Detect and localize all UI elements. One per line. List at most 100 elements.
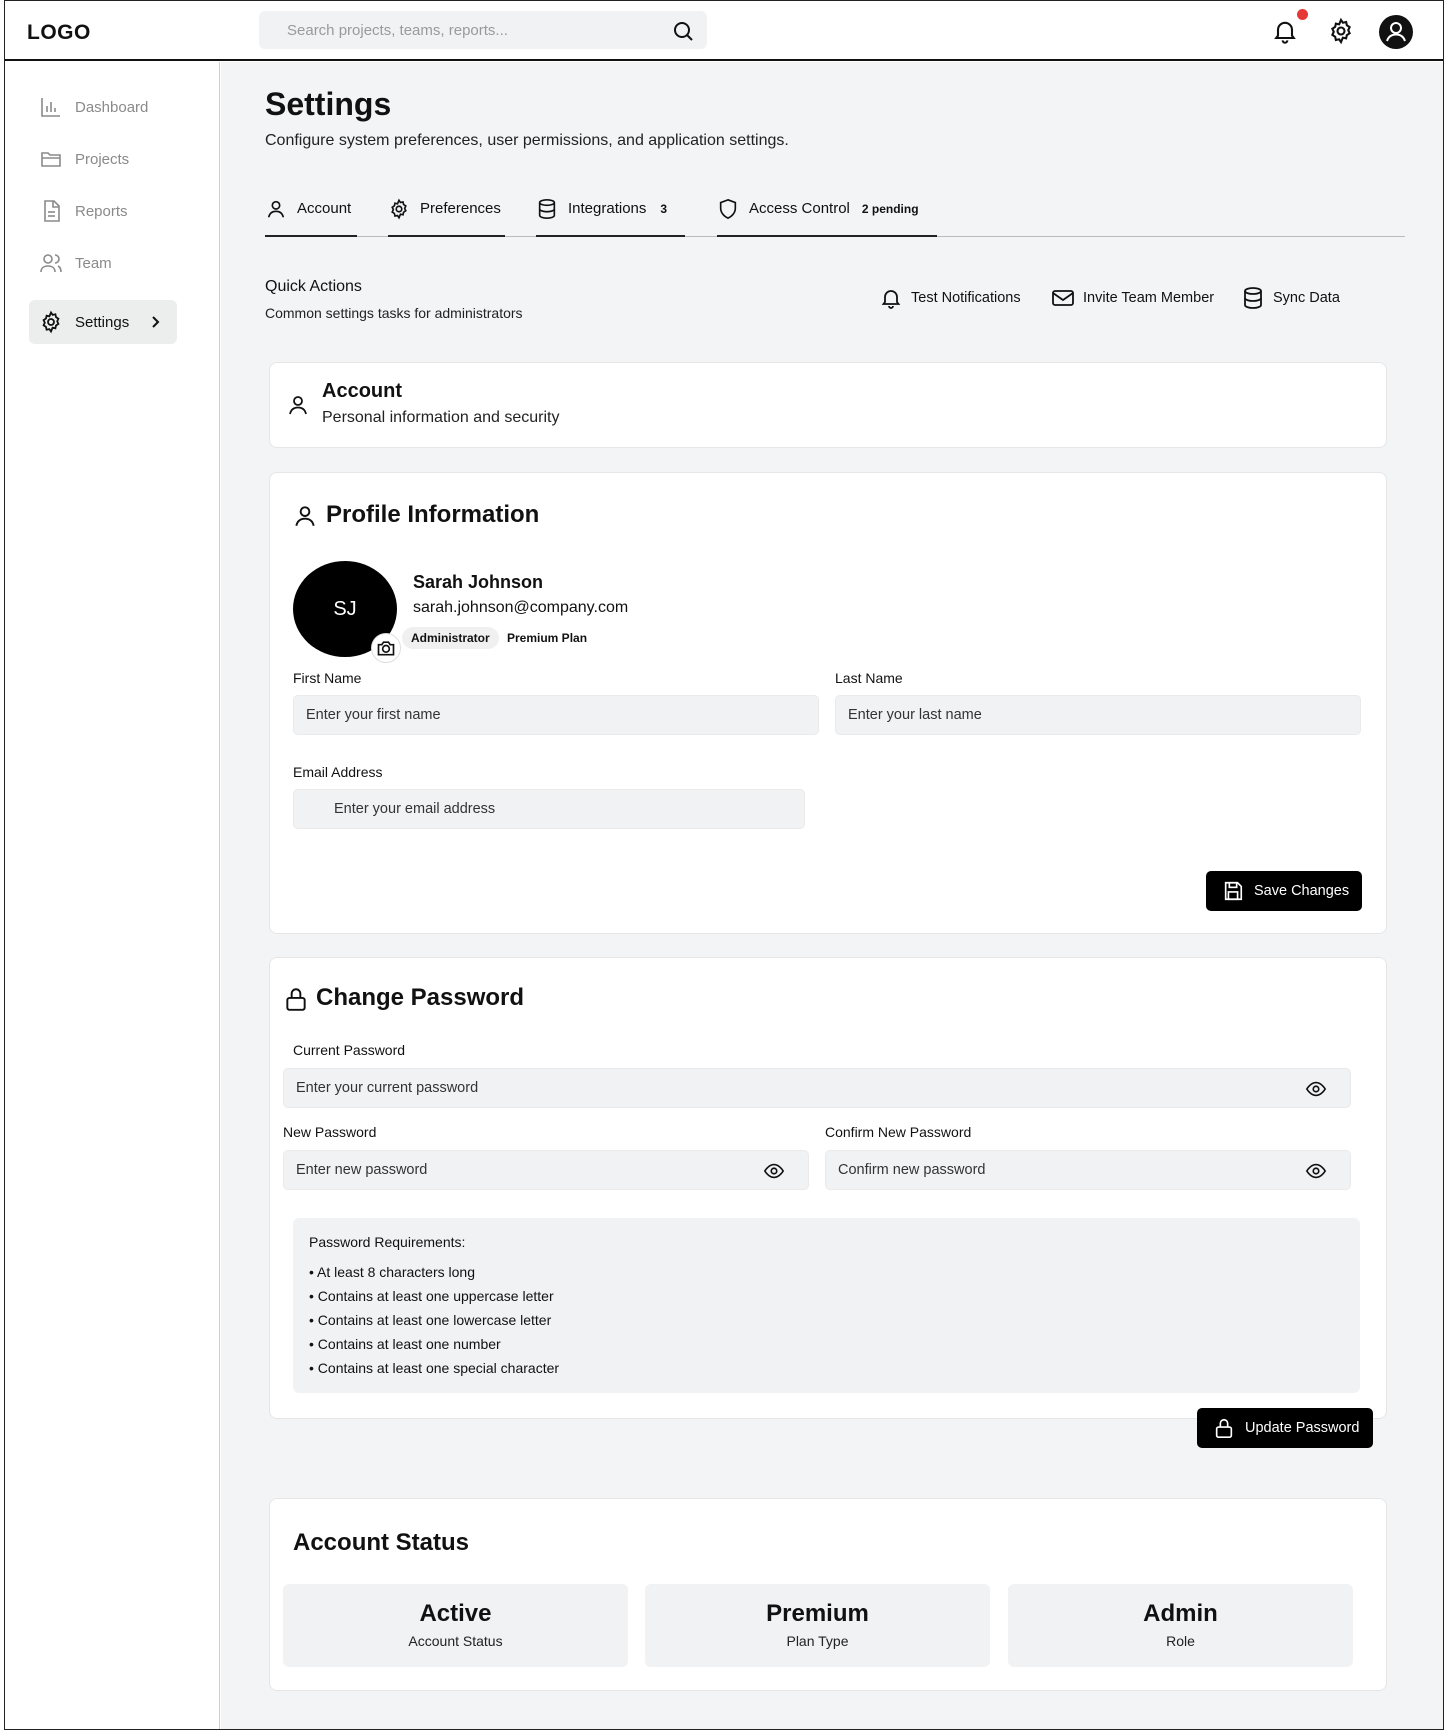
button-label: Invite Team Member bbox=[1083, 290, 1215, 306]
search-bar[interactable] bbox=[259, 11, 707, 49]
tab-badge: 2 pending bbox=[861, 201, 919, 216]
main-content: Settings Configure system preferences, u… bbox=[221, 62, 1443, 1729]
shield-icon bbox=[719, 198, 737, 219]
requirements-list: • At least 8 characters long • Contains … bbox=[309, 1260, 559, 1380]
test-notifications-button[interactable]: Test Notifications bbox=[879, 284, 1021, 312]
email-input[interactable] bbox=[294, 790, 804, 828]
first-name-field[interactable] bbox=[293, 695, 819, 735]
tab-label: Integrations bbox=[568, 200, 647, 217]
stat-label: Plan Type bbox=[786, 1633, 849, 1649]
new-password-label: New Password bbox=[283, 1124, 377, 1140]
sidebar-item-dashboard[interactable]: Dashboard bbox=[29, 85, 177, 129]
tab-integrations[interactable]: Integrations 3 bbox=[536, 182, 685, 237]
users-icon bbox=[40, 254, 62, 273]
user-avatar[interactable] bbox=[1379, 15, 1413, 49]
tab-access-control[interactable]: Access Control 2 pending bbox=[717, 182, 937, 237]
quick-actions-title: Quick Actions bbox=[265, 278, 362, 295]
stat-value: Premium bbox=[766, 1600, 869, 1627]
save-icon bbox=[1224, 881, 1243, 901]
stat-value: Active bbox=[419, 1600, 492, 1627]
role-badge: Administrator bbox=[402, 627, 499, 649]
requirement-item: • Contains at least one number bbox=[309, 1336, 501, 1352]
requirement-item: • At least 8 characters long bbox=[309, 1264, 475, 1280]
eye-icon[interactable] bbox=[1304, 1078, 1328, 1100]
eye-icon[interactable] bbox=[762, 1160, 786, 1182]
button-label: Update Password bbox=[1245, 1420, 1360, 1436]
stat-label: Role bbox=[1166, 1633, 1195, 1649]
change-password-card: Change Password Current Password New Pas… bbox=[269, 957, 1387, 1419]
database-icon bbox=[538, 198, 556, 219]
folder-icon bbox=[41, 152, 61, 167]
user-icon bbox=[289, 396, 307, 415]
search-input[interactable] bbox=[287, 11, 667, 49]
eye-icon[interactable] bbox=[1304, 1160, 1328, 1182]
account-status-title: Account Status bbox=[293, 1529, 470, 1556]
app-window: LOGO Dashboard Projects Reports Team bbox=[4, 0, 1444, 1730]
current-password-field[interactable] bbox=[283, 1068, 1351, 1108]
button-label: Test Notifications bbox=[911, 290, 1021, 306]
logo[interactable]: LOGO bbox=[27, 21, 91, 45]
requirements-title: Password Requirements: bbox=[309, 1234, 466, 1250]
sidebar-item-label: Reports bbox=[75, 202, 128, 220]
tab-label: Preferences bbox=[420, 200, 501, 217]
gear-icon bbox=[391, 198, 407, 219]
first-name-input[interactable] bbox=[294, 696, 818, 734]
stat-plan-type: Premium Plan Type bbox=[645, 1584, 990, 1667]
requirement-item: • Contains at least one uppercase letter bbox=[309, 1288, 554, 1304]
save-changes-button[interactable]: Save Changes bbox=[1206, 871, 1362, 911]
sidebar-item-team[interactable]: Team bbox=[29, 241, 177, 285]
stat-value: Admin bbox=[1143, 1600, 1218, 1627]
sidebar-item-projects[interactable]: Projects bbox=[29, 137, 177, 181]
stat-account-status: Active Account Status bbox=[283, 1584, 628, 1667]
user-icon bbox=[267, 200, 285, 217]
section-subtitle: Personal information and security bbox=[322, 409, 560, 426]
bar-chart-icon bbox=[41, 98, 60, 117]
invite-team-member-button[interactable]: Invite Team Member bbox=[1051, 284, 1214, 312]
sidebar-item-settings[interactable]: Settings bbox=[29, 300, 177, 344]
sidebar: Dashboard Projects Reports Team Settings bbox=[5, 62, 220, 1729]
profile-card: Profile Information SJ Sarah Johnson sar… bbox=[269, 472, 1387, 934]
bell-icon bbox=[881, 290, 901, 309]
sync-data-button[interactable]: Sync Data bbox=[1241, 284, 1340, 312]
stat-role: Admin Role bbox=[1008, 1584, 1353, 1667]
tab-label: Access Control bbox=[749, 200, 850, 217]
document-icon bbox=[44, 200, 60, 222]
confirm-password-field[interactable] bbox=[825, 1150, 1351, 1190]
stat-label: Account Status bbox=[408, 1633, 503, 1649]
requirement-item: • Contains at least one lowercase letter bbox=[309, 1312, 552, 1328]
notification-dot bbox=[1297, 9, 1308, 20]
top-bar: LOGO bbox=[5, 1, 1443, 61]
profile-name: Sarah Johnson bbox=[413, 572, 544, 592]
current-password-label: Current Password bbox=[293, 1042, 406, 1058]
last-name-field[interactable] bbox=[835, 695, 1361, 735]
tab-account[interactable]: Account bbox=[265, 182, 357, 237]
camera-icon bbox=[377, 641, 395, 656]
plan-badge: Premium Plan bbox=[507, 631, 588, 645]
sidebar-item-reports[interactable]: Reports bbox=[29, 189, 177, 233]
tab-preferences[interactable]: Preferences bbox=[388, 182, 505, 237]
account-status-card: Account Status Active Account Status Pre… bbox=[269, 1498, 1387, 1691]
section-title: Account bbox=[322, 380, 402, 402]
last-name-label: Last Name bbox=[835, 670, 903, 686]
current-password-input[interactable] bbox=[284, 1069, 1350, 1107]
avatar-initials: SJ bbox=[333, 597, 357, 620]
new-password-input[interactable] bbox=[284, 1151, 808, 1189]
email-label: Email Address bbox=[293, 764, 383, 780]
settings-tabs: Account Preferences Integrations 3 Acces… bbox=[265, 182, 1405, 237]
new-password-field[interactable] bbox=[283, 1150, 809, 1190]
lock-icon bbox=[286, 988, 306, 1011]
user-icon bbox=[295, 506, 315, 527]
last-name-input[interactable] bbox=[836, 696, 1360, 734]
gear-icon bbox=[42, 310, 60, 334]
gear-icon[interactable] bbox=[1327, 17, 1355, 45]
password-requirements: Password Requirements: • At least 8 char… bbox=[293, 1218, 1360, 1393]
email-field[interactable] bbox=[293, 789, 805, 829]
update-password-button[interactable]: Update Password bbox=[1197, 1408, 1373, 1448]
bell-icon[interactable] bbox=[1271, 17, 1299, 45]
profile-email: sarah.johnson@company.com bbox=[413, 599, 629, 616]
search-icon[interactable] bbox=[671, 19, 695, 43]
user-avatar-icon bbox=[1386, 22, 1406, 42]
change-photo-button[interactable] bbox=[371, 633, 401, 663]
confirm-password-input[interactable] bbox=[826, 1151, 1350, 1189]
account-section-header: Account Personal information and securit… bbox=[269, 362, 1387, 448]
